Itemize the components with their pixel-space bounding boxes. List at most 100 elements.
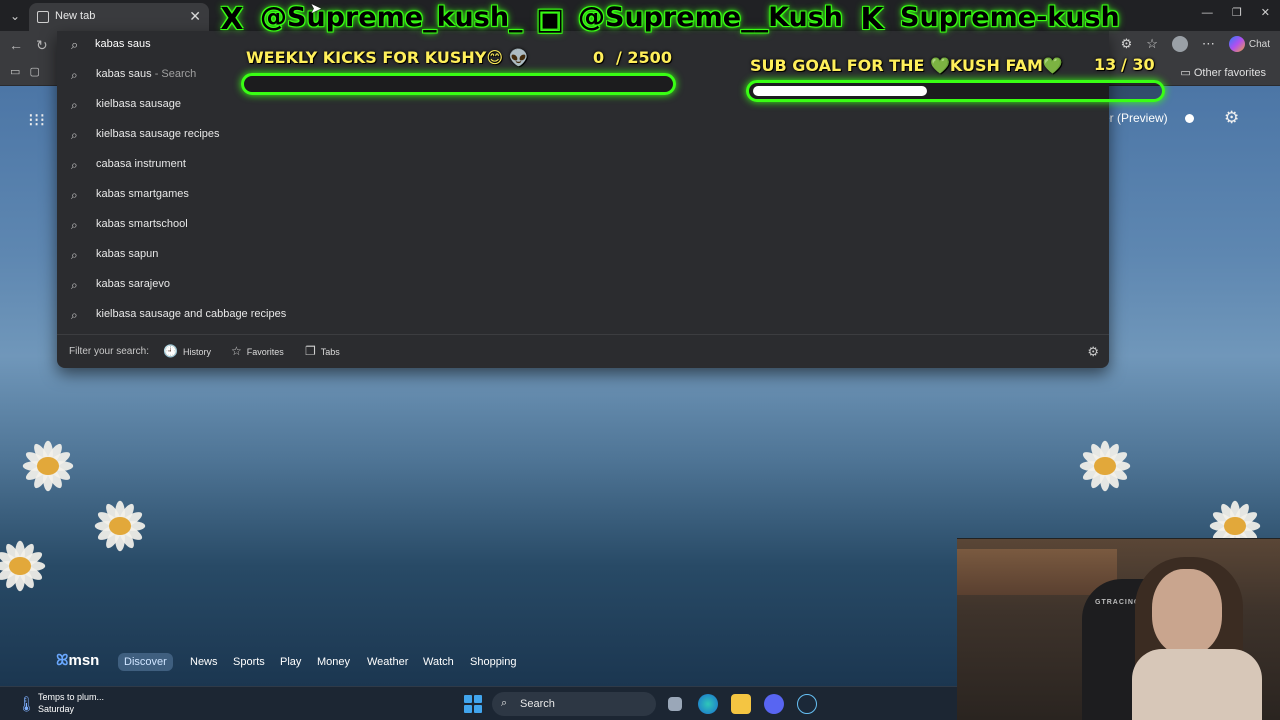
other-favorites-folder[interactable]: ▭ Other favorites: [1180, 66, 1266, 79]
task-view-icon[interactable]: [668, 697, 682, 711]
close-tab-icon[interactable]: ✕: [189, 8, 201, 25]
msn-tab-shopping[interactable]: Shopping: [470, 656, 517, 668]
suggestion-item[interactable]: ⌕ kabas smartschool: [57, 210, 1109, 240]
copilot-icon: [1228, 36, 1245, 52]
x-logo-icon: X: [220, 2, 244, 37]
suggestion-text: kielbasa sausage and cabbage recipes: [96, 308, 287, 320]
favorites-bar-icons[interactable]: ▭ ▢: [10, 65, 40, 78]
search-icon: ⌕: [71, 68, 78, 82]
suggestion-text: kabas sarajevo: [96, 278, 170, 290]
search-icon: ⌕: [71, 218, 78, 232]
sub-goal-progress-fill: [753, 86, 927, 96]
weather-line-1: Temps to plum...: [38, 692, 105, 702]
suggestion-item[interactable]: ⌕ kabas sarajevo: [57, 270, 1109, 300]
daisy-center: [9, 557, 31, 575]
suggestion-item[interactable]: ⌕ kabas sapun: [57, 240, 1109, 270]
search-icon: ⌕: [71, 248, 78, 262]
msn-butterfly-icon: ꕤ: [56, 652, 69, 669]
msn-tab-weather[interactable]: Weather: [367, 656, 408, 668]
webcam-background-shelf: [957, 549, 1117, 595]
twitch-handle: @Supreme__Kush: [578, 2, 844, 33]
window-controls: — ❐ ✕: [1186, 6, 1270, 19]
kicks-goal-progress-bar: [241, 73, 676, 95]
suggestion-text: kabas saus: [96, 68, 152, 80]
tab-actions-chevron-icon[interactable]: ⌄: [6, 7, 24, 25]
suggestion-suffix: - Search: [151, 68, 197, 80]
search-icon: ⌕: [71, 188, 78, 202]
taskbar-search-label: Search: [520, 698, 555, 710]
extensions-icon[interactable]: ⚙: [1121, 36, 1133, 52]
search-icon: ⌕: [71, 128, 78, 142]
msn-tab-news[interactable]: News: [190, 656, 218, 668]
sub-goal-total: / 30: [1121, 55, 1155, 74]
kicks-goal-title: WEEKLY KICKS FOR KUSHY😊 👽: [246, 48, 529, 67]
filter-history-label: History: [182, 347, 211, 357]
filter-favorites-button[interactable]: ☆ Favorites: [231, 344, 284, 358]
kick-handle: Supreme-kush: [900, 2, 1120, 33]
filter-tabs-button[interactable]: ❐ Tabs: [305, 344, 340, 358]
favorites-star-icon[interactable]: ☆: [1146, 36, 1158, 52]
edge-browser-icon[interactable]: [698, 694, 718, 714]
sub-goal-title: SUB GOAL FOR THE 💚KUSH FAM💚: [750, 56, 1063, 75]
suggestion-text: kabas smartschool: [96, 218, 188, 230]
msn-logo[interactable]: ꕤmsn: [56, 652, 99, 669]
suggestion-item[interactable]: ⌕ kielbasa sausage recipes: [57, 120, 1109, 150]
msn-tab-sports[interactable]: Sports: [233, 656, 265, 668]
msn-logo-text: msn: [68, 652, 100, 669]
star-icon: ☆: [231, 344, 242, 358]
msn-tab-money[interactable]: Money: [317, 656, 350, 668]
discord-icon[interactable]: [764, 694, 784, 714]
search-icon: ⌕: [71, 278, 78, 292]
kick-logo-icon: K: [860, 2, 884, 37]
webcam-person-body: [1132, 649, 1262, 720]
back-arrow-icon[interactable]: ←: [9, 37, 23, 53]
suggestion-text: kielbasa sausage: [96, 98, 182, 110]
tab-title: New tab: [55, 10, 96, 22]
filter-label: Filter your search:: [69, 346, 150, 357]
refresh-icon[interactable]: ↻: [36, 37, 48, 54]
taskbar-search-box[interactable]: ⌕ Search: [492, 692, 656, 716]
msn-tab-discover[interactable]: Discover: [118, 653, 173, 671]
streamer-webcam: GTRACING: [957, 538, 1280, 720]
new-tab-page-icon: [37, 11, 49, 23]
mouse-cursor: ➤: [310, 0, 322, 16]
msn-tab-play[interactable]: Play: [280, 656, 301, 668]
windows-start-icon[interactable]: [464, 695, 482, 713]
filter-favorites-label: Favorites: [246, 347, 284, 357]
preview-toggle[interactable]: [1182, 113, 1204, 124]
file-explorer-icon[interactable]: [731, 694, 751, 714]
twitch-logo-icon: ▣: [535, 2, 565, 37]
webcam-person-face: [1152, 569, 1222, 655]
daisy-center: [37, 457, 59, 475]
maximize-icon[interactable]: ❐: [1232, 7, 1242, 19]
weather-widget[interactable]: Temps to plum... Saturday: [38, 691, 104, 715]
tab-new-tab[interactable]: New tab ✕: [29, 3, 209, 31]
suggestion-item[interactable]: ⌕ cabasa instrument: [57, 150, 1109, 180]
apps-launcher-grid-icon[interactable]: ⁝⁝⁝: [28, 110, 45, 131]
msn-tab-watch[interactable]: Watch: [423, 656, 454, 668]
toolbar-right-icons: ⚙ ☆ ⋯ Chat: [1121, 36, 1270, 52]
steam-icon[interactable]: [797, 694, 817, 714]
suggestion-text: kabas sapun: [96, 248, 159, 260]
other-favorites-label: Other favorites: [1193, 67, 1266, 79]
more-menu-icon[interactable]: ⋯: [1202, 36, 1215, 52]
page-settings-gear-icon[interactable]: ⚙: [1224, 108, 1239, 128]
search-icon: ⌕: [71, 98, 78, 112]
weather-widget-icon[interactable]: 🌡: [17, 695, 36, 713]
filter-history-button[interactable]: 🕘 History: [163, 344, 211, 358]
chair-logo: GTRACING: [1095, 599, 1141, 606]
search-icon: ⌕: [501, 697, 508, 709]
close-window-icon[interactable]: ✕: [1261, 7, 1270, 19]
suggestion-text: cabasa instrument: [96, 158, 186, 170]
tabs-icon: ❐: [305, 344, 316, 358]
profile-avatar[interactable]: [1171, 36, 1188, 52]
search-settings-gear-icon[interactable]: ⚙: [1087, 344, 1099, 360]
history-icon: 🕘: [163, 344, 178, 358]
daisy-center: [1224, 517, 1246, 535]
suggestion-item[interactable]: ⌕ kabas smartgames: [57, 180, 1109, 210]
minimize-icon[interactable]: —: [1202, 7, 1213, 19]
suggestion-item[interactable]: ⌕ kielbasa sausage and cabbage recipes: [57, 300, 1109, 330]
weather-line-2: Saturday: [38, 704, 75, 714]
copilot-chat-button[interactable]: Chat: [1228, 36, 1270, 52]
suggestion-text: kabas smartgames: [96, 188, 189, 200]
